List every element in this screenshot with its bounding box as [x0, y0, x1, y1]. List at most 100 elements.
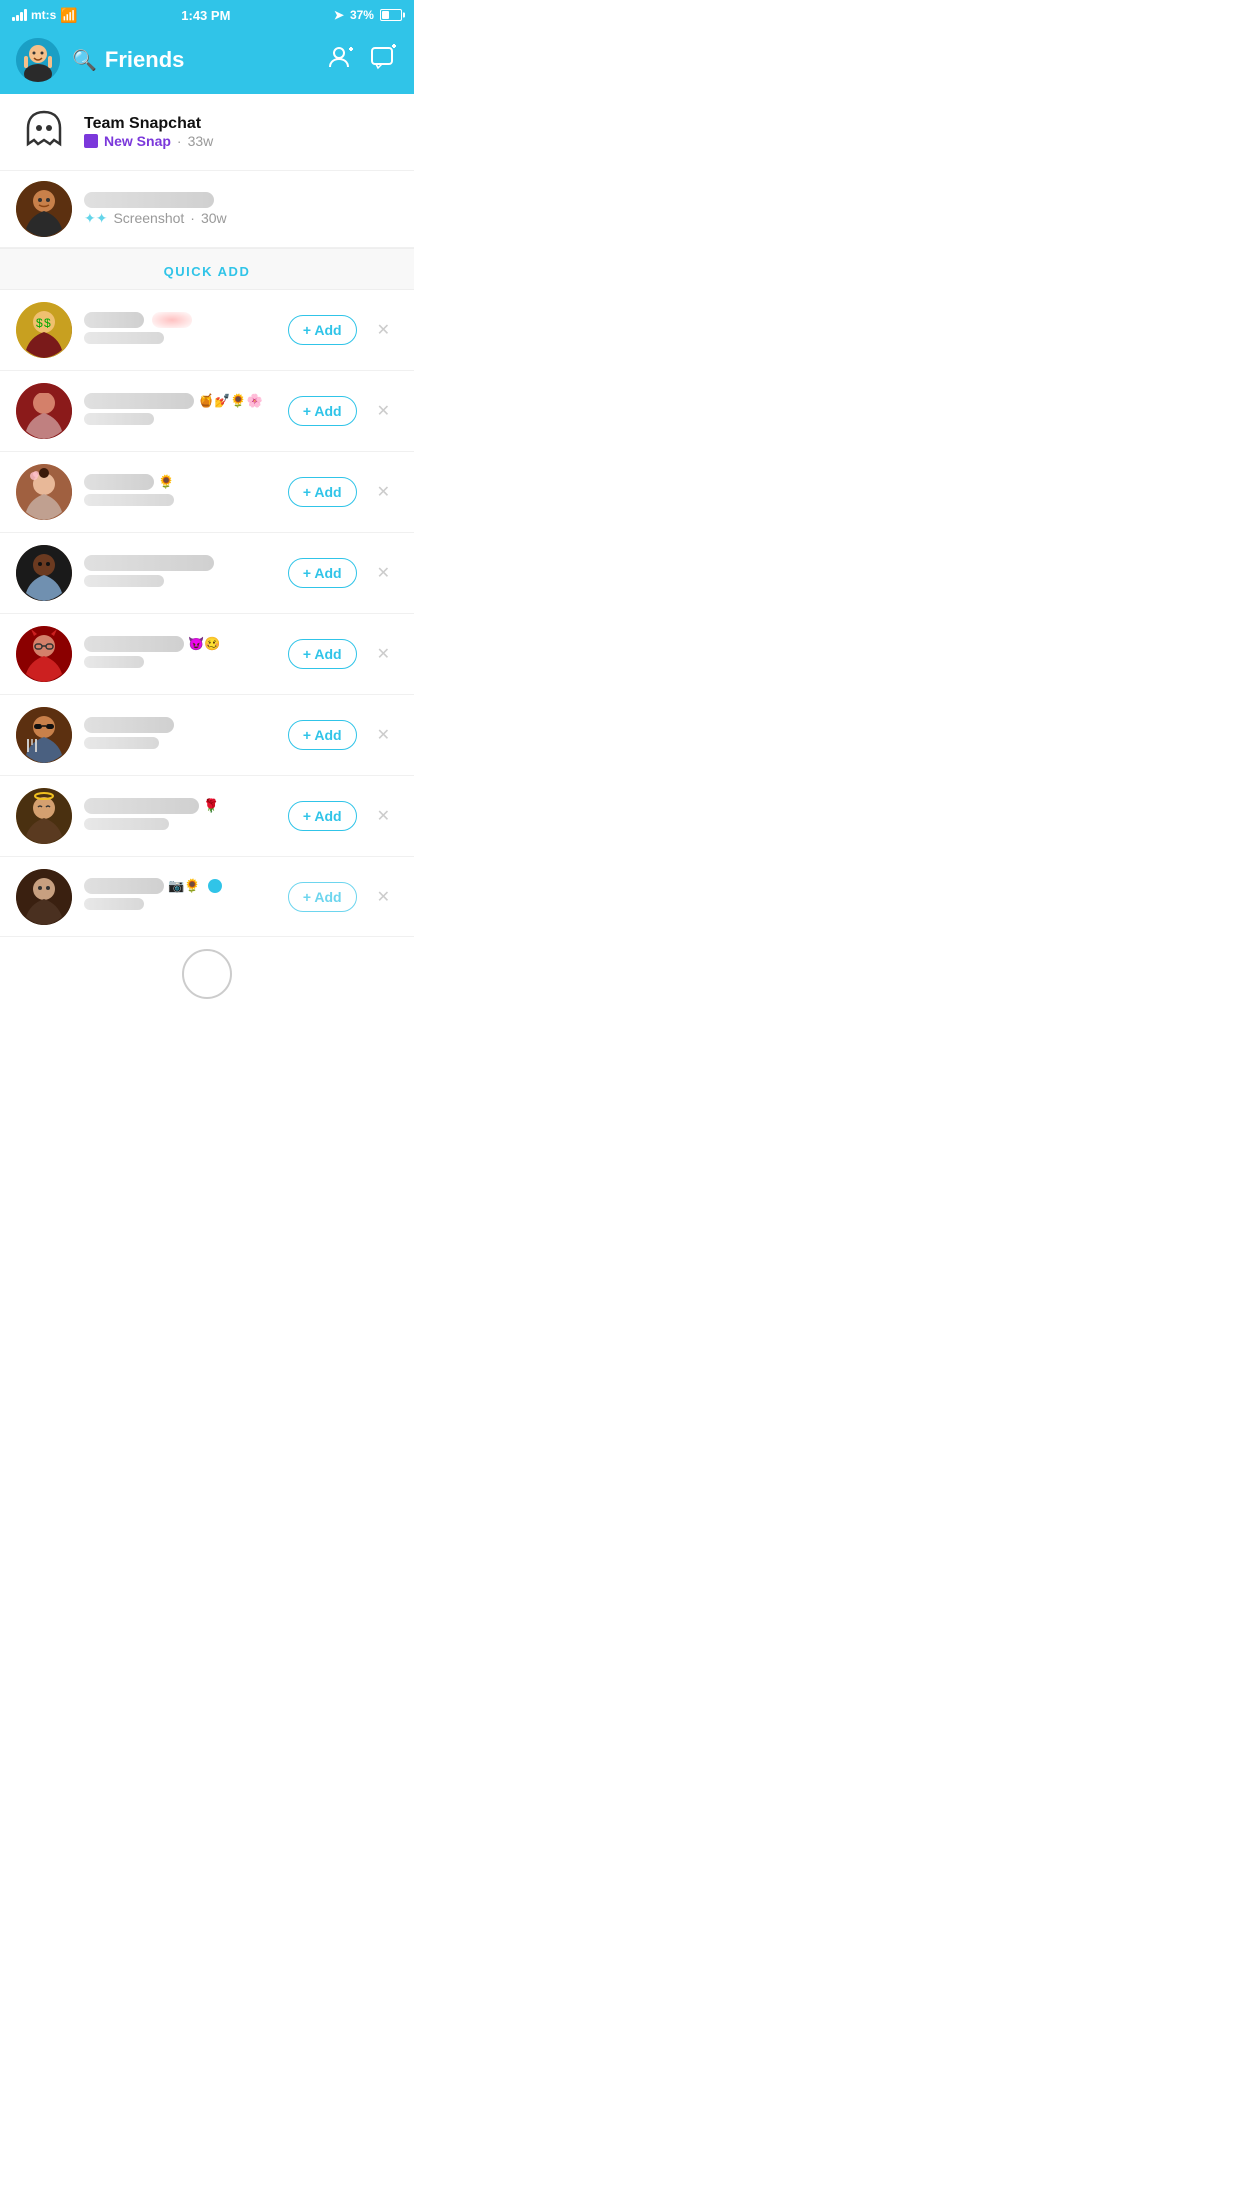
bitmoji-5: [16, 626, 72, 682]
quick-add-section: QUICK ADD: [0, 248, 414, 290]
header: 🔍 Friends: [0, 30, 414, 94]
quick-add-item-6: + Add ✕: [0, 695, 414, 776]
dismiss-button-1[interactable]: ✕: [369, 316, 398, 344]
quick-add-name-6: [84, 717, 276, 733]
name-blur-red-1: [152, 312, 192, 328]
status-left: mt:s 📶: [12, 7, 78, 24]
status-time: 1:43 PM: [181, 8, 230, 23]
add-button-4[interactable]: + Add: [288, 558, 357, 588]
dismiss-button-2[interactable]: ✕: [369, 397, 398, 425]
home-indicator-area: [0, 937, 414, 1007]
quick-add-sub-1: [84, 331, 276, 349]
emoji-2: 🍯💅🌻🌸: [198, 393, 263, 409]
add-chat-button[interactable]: [370, 43, 398, 77]
quick-add-item-5: 😈🥴 + Add ✕: [0, 614, 414, 695]
add-friend-button[interactable]: [326, 43, 354, 77]
friend-timestamp-1: ·: [190, 210, 195, 226]
name-blur-6: [84, 717, 174, 733]
friend-time-1: 30w: [201, 210, 227, 226]
quick-add-avatar-4: [16, 545, 72, 601]
quick-add-sub-8: [84, 897, 276, 915]
team-snapchat-name: Team Snapchat: [84, 115, 398, 133]
team-snapchat-item[interactable]: Team Snapchat New Snap · 33w: [0, 94, 414, 171]
quick-add-avatar-6: [16, 707, 72, 763]
quick-add-avatar-5: [16, 626, 72, 682]
friend-item-1[interactable]: ✦✦ Screenshot · 30w: [0, 171, 414, 248]
search-icon: 🔍: [72, 48, 97, 73]
battery-icon: [380, 9, 402, 21]
add-button-2[interactable]: + Add: [288, 396, 357, 426]
add-button-3[interactable]: + Add: [288, 477, 357, 507]
snap-indicator: [84, 134, 98, 148]
wifi-icon: 📶: [60, 7, 77, 24]
header-title: Friends: [105, 47, 184, 73]
quick-add-item-8: 📷🌻 + Add ✕: [0, 857, 414, 937]
avatar-svg: [16, 38, 60, 82]
dismiss-button-8[interactable]: ✕: [369, 883, 398, 911]
emoji-7: 🌹: [203, 798, 219, 814]
sub-blur-1: [84, 332, 164, 344]
quick-add-name-3: 🌻: [84, 474, 276, 490]
quick-add-sub-5: [84, 655, 276, 673]
friend-info-1: ✦✦ Screenshot · 30w: [84, 192, 398, 227]
dismiss-button-4[interactable]: ✕: [369, 559, 398, 587]
user-avatar[interactable]: [16, 38, 60, 82]
svg-text:$: $: [44, 316, 51, 330]
friends-list: Team Snapchat New Snap · 33w: [0, 94, 414, 248]
team-snapchat-status: New Snap · 33w: [84, 133, 398, 149]
quick-add-item-7: 🌹 + Add ✕: [0, 776, 414, 857]
friend-name-row-1: [84, 192, 398, 208]
friend-status-1: ✦✦ Screenshot · 30w: [84, 210, 398, 227]
bitmoji-1: $ $: [16, 302, 72, 358]
emoji-8: 📷🌻: [168, 878, 200, 894]
dismiss-button-3[interactable]: ✕: [369, 478, 398, 506]
quick-add-info-5: 😈🥴: [84, 636, 276, 673]
add-button-5[interactable]: + Add: [288, 639, 357, 669]
name-blur-5: [84, 636, 184, 652]
quick-add-sub-3: [84, 493, 276, 511]
header-actions: [326, 43, 398, 77]
quick-add-label: QUICK ADD: [164, 264, 251, 279]
search-bar[interactable]: 🔍 Friends: [72, 47, 314, 73]
quick-add-name-1: [84, 312, 276, 328]
quick-add-name-5: 😈🥴: [84, 636, 276, 652]
bitmoji-7: [16, 788, 72, 844]
ghost-icon: [18, 106, 70, 158]
dismiss-button-6[interactable]: ✕: [369, 721, 398, 749]
name-blur-3: [84, 474, 154, 490]
carrier-label: mt:s: [31, 8, 56, 22]
snap-time: 33w: [188, 133, 214, 149]
screenshot-icon: ✦✦: [84, 210, 107, 227]
add-button-8[interactable]: + Add: [288, 882, 357, 912]
svg-text:$: $: [36, 316, 43, 330]
quick-add-avatar-1: $ $: [16, 302, 72, 358]
quick-add-item-3: 🌻 + Add ✕: [0, 452, 414, 533]
quick-add-avatar-7: [16, 788, 72, 844]
quick-add-info-8: 📷🌻: [84, 878, 276, 915]
quick-add-item-4: + Add ✕: [0, 533, 414, 614]
add-button-7[interactable]: + Add: [288, 801, 357, 831]
battery-fill: [382, 11, 389, 19]
add-chat-icon: [370, 43, 398, 71]
add-button-6[interactable]: + Add: [288, 720, 357, 750]
bitmoji-3: [16, 464, 72, 520]
team-snapchat-info: Team Snapchat New Snap · 33w: [84, 115, 398, 149]
signal-bar-1: [12, 17, 15, 21]
quick-add-sub-6: [84, 736, 276, 754]
team-snapchat-avatar: [16, 104, 72, 160]
dismiss-button-7[interactable]: ✕: [369, 802, 398, 830]
dismiss-button-5[interactable]: ✕: [369, 640, 398, 668]
name-blur-8: [84, 878, 164, 894]
name-blur-2: [84, 393, 194, 409]
screenshot-label: Screenshot: [113, 210, 184, 226]
status-right: ➤ 37%: [334, 8, 402, 22]
add-friend-icon: [326, 43, 354, 71]
quick-add-avatar-2: [16, 383, 72, 439]
quick-add-info-2: 🍯💅🌻🌸: [84, 393, 276, 430]
quick-add-name-4: [84, 555, 276, 571]
bitmoji-4: [16, 545, 72, 601]
add-button-1[interactable]: + Add: [288, 315, 357, 345]
signal-bar-4: [24, 9, 27, 21]
snap-timestamp: ·: [177, 133, 182, 149]
friend-avatar-1: [16, 181, 72, 237]
